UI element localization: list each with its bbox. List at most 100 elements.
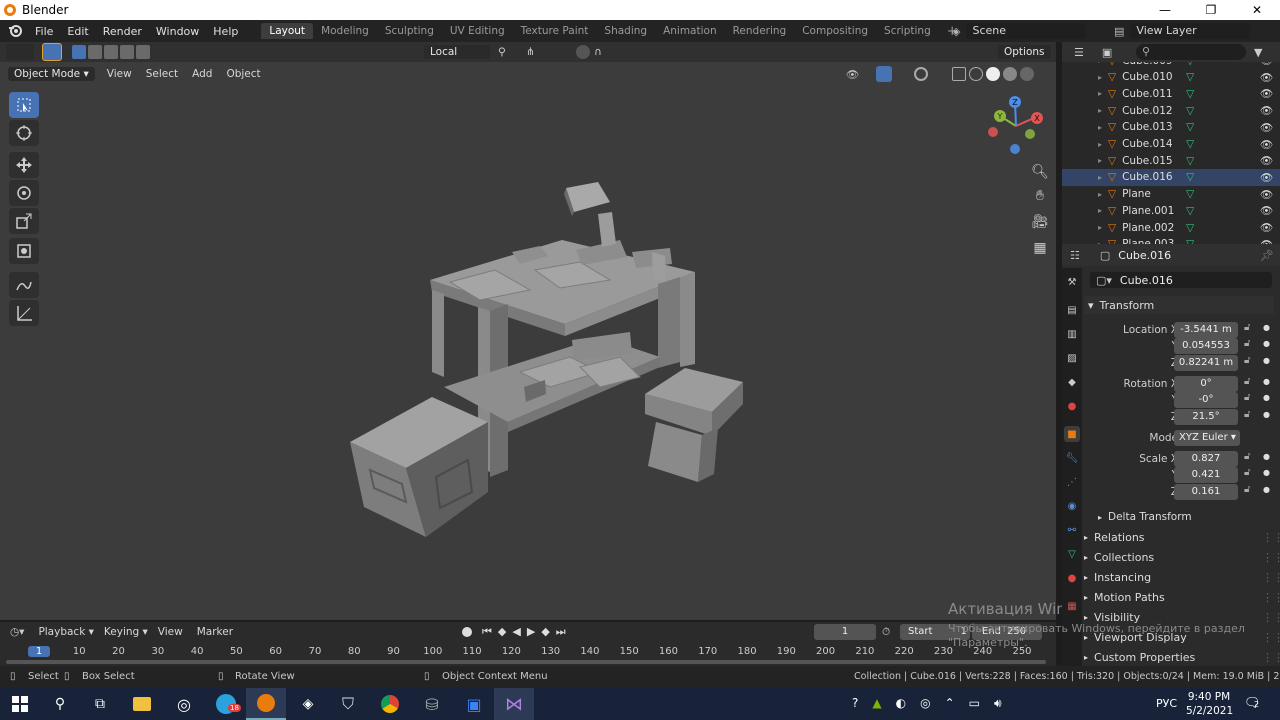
outliner-row[interactable]: ▸ ▽ Cube.015 ▽ 👁 xyxy=(1062,152,1280,169)
eye-icon[interactable]: 👁 xyxy=(1260,62,1273,67)
lock-icon[interactable]: 🔓︎ xyxy=(1244,322,1250,333)
select-tool-icon[interactable] xyxy=(42,43,62,61)
eye-icon[interactable]: 👁 xyxy=(1260,221,1273,234)
overlay-icon[interactable] xyxy=(914,67,928,81)
tab-rendering[interactable]: Rendering xyxy=(725,23,795,39)
pin-icon[interactable]: 📌︎ xyxy=(1260,249,1274,262)
viewport-menu-add[interactable]: Add xyxy=(192,68,212,80)
language-indicator[interactable]: РУС xyxy=(1156,697,1177,710)
current-frame-field[interactable]: 1 xyxy=(814,624,876,640)
rotation-z-field[interactable]: 21.5° xyxy=(1174,409,1238,425)
mode-dropdown[interactable]: Object Mode ▾ xyxy=(8,67,95,81)
eye-icon[interactable]: 👁 xyxy=(1260,71,1273,84)
prev-keyframe-icon[interactable]: ◆ xyxy=(498,625,506,639)
keyframe-dot-icon[interactable]: ● xyxy=(1263,356,1270,365)
location-x-field[interactable]: -3.5441 m xyxy=(1174,322,1238,338)
database-icon[interactable]: ⛁ xyxy=(412,688,452,720)
jump-start-icon[interactable]: ⏮ xyxy=(482,625,492,639)
display-mode-icon[interactable]: ▣ xyxy=(1102,46,1112,59)
scene-selector[interactable]: Scene xyxy=(966,23,1087,39)
eye-icon[interactable]: 👁 xyxy=(1260,104,1273,117)
tab-layout[interactable]: Layout xyxy=(261,23,314,39)
output-tab-icon[interactable]: ▥ xyxy=(1064,326,1080,342)
expand-arrow-icon[interactable]: ▸ xyxy=(1098,62,1102,65)
properties-editor-icon[interactable]: ☷ xyxy=(1070,249,1080,262)
eye-icon[interactable]: 👁 xyxy=(1260,154,1273,167)
cursor-tool[interactable] xyxy=(9,120,39,146)
lock-icon[interactable]: 🔓︎ xyxy=(1244,467,1250,478)
timeline-menu-keying[interactable]: Keying ▾ xyxy=(104,626,148,638)
texture-tab-icon[interactable]: ▦ xyxy=(1064,598,1080,614)
timeline-editor-icon[interactable]: ◷▾ xyxy=(10,626,24,638)
data-tab-icon[interactable]: ▽ xyxy=(1064,546,1080,562)
tool-tab-icon[interactable]: ⚒ xyxy=(1064,274,1080,290)
physics-tab-icon[interactable]: ◉ xyxy=(1064,498,1080,514)
file-explorer-icon[interactable] xyxy=(122,688,162,720)
select-subtract-icon[interactable] xyxy=(104,45,118,59)
outliner-row[interactable]: ▸ ▽ Cube.016 ▽ 👁 xyxy=(1062,168,1280,186)
blender-taskbar-icon[interactable] xyxy=(246,688,286,720)
tab-compositing[interactable]: Compositing xyxy=(794,23,876,39)
lock-icon[interactable]: 🔓︎ xyxy=(1244,338,1250,349)
app-icon[interactable]: ▣ xyxy=(454,688,494,720)
drag-handle-icon[interactable]: ⋮⋮ xyxy=(1262,531,1280,544)
unity-icon[interactable]: ◈ xyxy=(288,688,328,720)
windows-start-icon[interactable] xyxy=(0,688,40,720)
modifier-tab-icon[interactable]: 🔧︎ xyxy=(1064,450,1080,466)
material-tab-icon[interactable]: ● xyxy=(1064,570,1080,586)
transform-panel-header[interactable]: ▾ Transform xyxy=(1084,296,1274,314)
pivot-icon[interactable]: ⚲ xyxy=(498,46,506,58)
rotate-tool[interactable] xyxy=(9,180,39,206)
nvidia-icon[interactable]: ▲ xyxy=(872,696,881,711)
location-z-field[interactable]: 0.82241 m xyxy=(1174,355,1238,371)
timeline-menu-view[interactable]: View xyxy=(158,626,183,638)
expand-arrow-icon[interactable]: ▸ xyxy=(1098,73,1102,82)
proportional-edit-icon[interactable] xyxy=(576,45,590,59)
eye-icon[interactable]: 👁 xyxy=(1260,171,1273,184)
snap-icon[interactable]: ⋔ xyxy=(526,46,535,58)
menu-render[interactable]: Render xyxy=(96,25,149,38)
outliner-row[interactable]: ▸ ▽ Cube.010 ▽ 👁 xyxy=(1062,69,1280,86)
view-layer-tab-icon[interactable]: ▨ xyxy=(1064,350,1080,366)
rotation-y-field[interactable]: -0° xyxy=(1174,392,1238,408)
section-collections[interactable]: ▸ Collections ⋮⋮ xyxy=(1084,548,1280,566)
view-layer-selector[interactable]: View Layer xyxy=(1130,23,1251,39)
outliner[interactable]: ☰ ▣ ⚲ ▼ ▸▽Cube.009▽👁▸▽Cube.010▽👁▸▽Cube.0… xyxy=(1062,42,1280,244)
telegram-icon[interactable]: 18 xyxy=(206,688,246,720)
drag-handle-icon[interactable]: ⋮⋮ xyxy=(1262,651,1280,664)
properties-editor[interactable]: ☷ ▢ Cube.016 📌︎ ⚒ ▤ ▥ ▨ ◆ ● ■ 🔧︎ ⋰ ◉ ⚯ ▽… xyxy=(1062,244,1280,666)
keyframe-dot-icon[interactable]: ● xyxy=(1263,452,1270,461)
tab-scripting[interactable]: Scripting xyxy=(876,23,939,39)
filter-icon[interactable]: ▼ xyxy=(1254,46,1262,59)
falloff-icon[interactable]: ∩ xyxy=(594,46,602,58)
show-hidden-icon[interactable]: ⌃ xyxy=(945,696,955,711)
menu-help[interactable]: Help xyxy=(206,25,245,38)
play-icon[interactable]: ▶ xyxy=(527,625,535,639)
measure-tool[interactable] xyxy=(9,300,39,326)
scale-z-field[interactable]: 0.161 xyxy=(1174,484,1238,500)
shield-icon[interactable]: ⛉ xyxy=(328,688,368,720)
keyframe-dot-icon[interactable]: ● xyxy=(1263,323,1270,332)
outliner-row[interactable]: ▸ ▽ Cube.011 ▽ 👁 xyxy=(1062,85,1280,102)
orientation-dropdown[interactable]: Local xyxy=(424,45,490,59)
outliner-editor-icon[interactable]: ☰ xyxy=(1074,46,1084,59)
keyframe-dot-icon[interactable]: ● xyxy=(1263,377,1270,386)
lock-icon[interactable]: 🔓︎ xyxy=(1244,376,1250,387)
help-icon[interactable]: ? xyxy=(852,696,858,711)
visual-studio-icon[interactable]: ⋈ xyxy=(494,688,534,720)
drag-handle-icon[interactable]: ⋮⋮ xyxy=(1262,591,1280,604)
next-keyframe-icon[interactable]: ◆ xyxy=(541,625,549,639)
expand-arrow-icon[interactable]: ▸ xyxy=(1098,140,1102,149)
tab-shading[interactable]: Shading xyxy=(596,23,655,39)
expand-arrow-icon[interactable]: ▸ xyxy=(1098,89,1102,98)
move-tool[interactable] xyxy=(9,152,39,178)
tab-modeling[interactable]: Modeling xyxy=(313,23,377,39)
drag-handle-icon[interactable]: ⋮⋮ xyxy=(1262,551,1280,564)
tab-texture-paint[interactable]: Texture Paint xyxy=(513,23,597,39)
eye-icon[interactable]: 👁 xyxy=(1260,121,1273,134)
play-reverse-icon[interactable]: ◀ xyxy=(512,625,520,639)
lock-icon[interactable]: 🔓︎ xyxy=(1244,484,1250,495)
notification-icon[interactable]: 🗨︎ 2 xyxy=(1244,696,1261,711)
menu-file[interactable]: File xyxy=(28,25,60,38)
rotation-mode-dropdown[interactable]: XYZ Euler ▾ xyxy=(1174,430,1240,446)
